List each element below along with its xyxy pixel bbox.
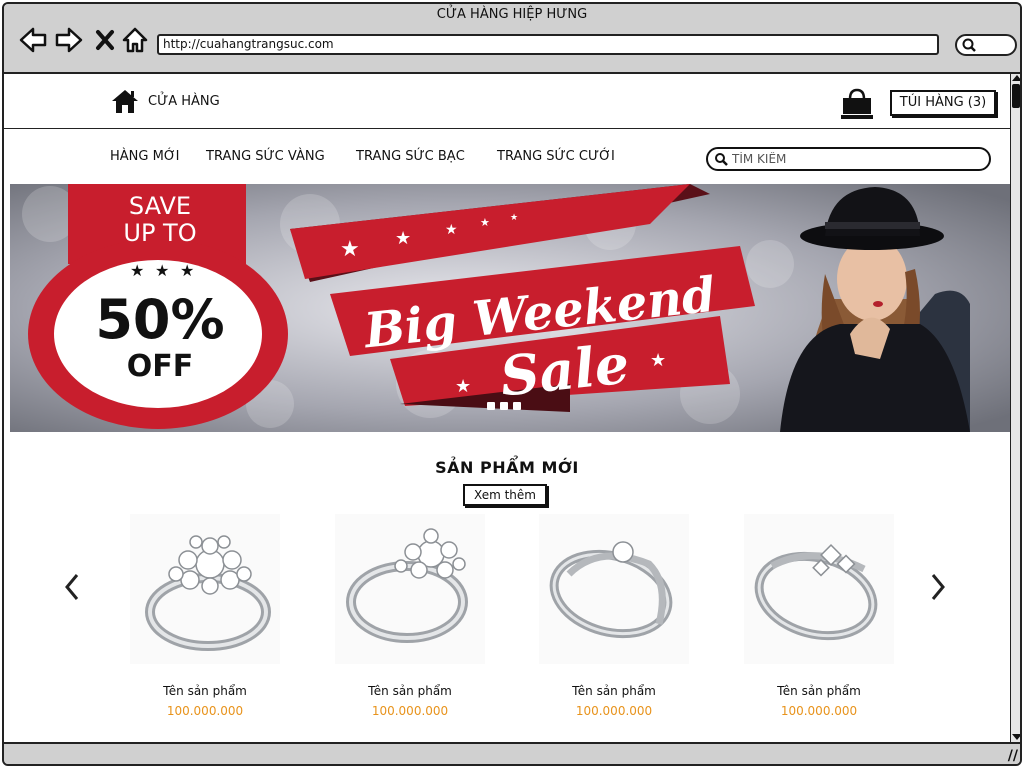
product-name: Tên sản phẩm — [777, 684, 861, 698]
save-line1: SAVE — [129, 192, 191, 220]
menu-item-new[interactable]: HÀNG MỚI — [110, 149, 180, 164]
product-price: 100.000.000 — [371, 704, 449, 718]
product-card[interactable]: Tên sản phẩm 100.000.000 — [744, 514, 894, 718]
browser-toolbar: CỬA HÀNG HIỆP HƯNG http://cuahangtrangsu… — [4, 4, 1020, 74]
star-icon: ★ — [340, 237, 360, 262]
product-name: Tên sản phẩm — [572, 684, 656, 698]
product-price: 100.000.000 — [575, 704, 653, 718]
forward-arrow-icon[interactable] — [54, 26, 84, 54]
vertical-scrollbar[interactable] — [1010, 74, 1020, 742]
home-icon — [112, 90, 138, 113]
product-name: Tên sản phẩm — [368, 684, 452, 698]
slider-dot[interactable] — [500, 402, 508, 410]
product-card[interactable]: Tên sản phẩm 100.000.000 — [539, 514, 689, 718]
menu-item-wedding[interactable]: TRANG SỨC CƯỚI — [497, 149, 615, 164]
product-price: 100.000.000 — [780, 704, 858, 718]
search-icon — [962, 38, 976, 52]
slider-dot[interactable] — [487, 402, 495, 410]
cart-button[interactable]: TÚI HÀNG (3) — [890, 90, 996, 116]
product-name: Tên sản phẩm — [163, 684, 247, 698]
site-search-box[interactable] — [706, 147, 991, 171]
window-title: CỬA HÀNG HIỆP HƯNG — [436, 7, 588, 22]
ring-image — [744, 514, 894, 664]
product-card[interactable]: Tên sản phẩm 100.000.000 — [335, 514, 485, 718]
menu-item-silver[interactable]: TRANG SỨC BẠC — [356, 149, 465, 164]
ring-image — [130, 514, 280, 664]
chevron-right-icon[interactable] — [926, 571, 950, 603]
scroll-thumb[interactable] — [1012, 84, 1020, 108]
product-price: 100.000.000 — [166, 704, 244, 718]
slider-dot[interactable] — [513, 402, 521, 410]
discount-off: OFF — [127, 349, 194, 384]
section-title: SẢN PHẨM MỚI — [435, 458, 579, 477]
resize-grip-icon[interactable]: // — [1008, 748, 1018, 764]
star-icon: ★ — [480, 216, 490, 229]
star-icon: ★ — [130, 261, 144, 280]
search-icon — [715, 153, 728, 166]
close-icon[interactable] — [94, 26, 116, 54]
star-icon: ★ — [510, 213, 518, 223]
star-icon: ★ — [180, 261, 194, 280]
promo-banner[interactable]: SAVE UP TO ★ ★ ★ 50% OFF ★ ★ ★ ★ ★ Big W… — [10, 184, 1010, 432]
back-arrow-icon[interactable] — [18, 26, 48, 54]
headline-sale: Sale — [497, 331, 632, 408]
main-menu: HÀNG MỚI TRANG SỨC VÀNG TRANG SỨC BẠC TR… — [4, 130, 1010, 182]
browser-search-field[interactable] — [955, 34, 1017, 56]
search-input[interactable] — [732, 152, 982, 166]
menu-item-gold[interactable]: TRANG SỨC VÀNG — [206, 149, 325, 164]
ring-image — [539, 514, 689, 664]
browser-window: CỬA HÀNG HIỆP HƯNG http://cuahangtrangsu… — [2, 2, 1022, 766]
see-more-button[interactable]: Xem thêm — [463, 484, 547, 506]
site-header: CỬA HÀNG TÚI HÀNG (3) — [4, 74, 1010, 129]
banner-graphic: SAVE UP TO ★ ★ ★ 50% OFF ★ ★ ★ ★ ★ Big W… — [10, 184, 1010, 432]
home-icon[interactable] — [121, 26, 149, 54]
shopping-bag-icon[interactable] — [840, 88, 874, 120]
home-label: CỬA HÀNG — [148, 93, 220, 109]
star-icon: ★ — [455, 376, 471, 397]
address-bar[interactable]: http://cuahangtrangsuc.com — [157, 34, 939, 55]
star-icon: ★ — [155, 261, 169, 280]
chevron-left-icon[interactable] — [60, 571, 84, 603]
star-icon: ★ — [650, 350, 666, 371]
ring-image — [335, 514, 485, 664]
discount-percent: 50% — [95, 288, 224, 351]
star-icon: ★ — [445, 222, 458, 238]
save-line2: UP TO — [123, 219, 196, 247]
scroll-up-icon[interactable] — [1012, 75, 1020, 81]
status-bar: // — [4, 742, 1020, 764]
scroll-down-icon[interactable] — [1012, 734, 1020, 740]
page-viewport: CỬA HÀNG TÚI HÀNG (3) HÀNG MỚI TRANG SỨC… — [4, 74, 1010, 742]
home-link[interactable]: CỬA HÀNG — [110, 88, 220, 114]
product-card[interactable]: Tên sản phẩm 100.000.000 — [130, 514, 280, 718]
star-icon: ★ — [395, 228, 411, 249]
